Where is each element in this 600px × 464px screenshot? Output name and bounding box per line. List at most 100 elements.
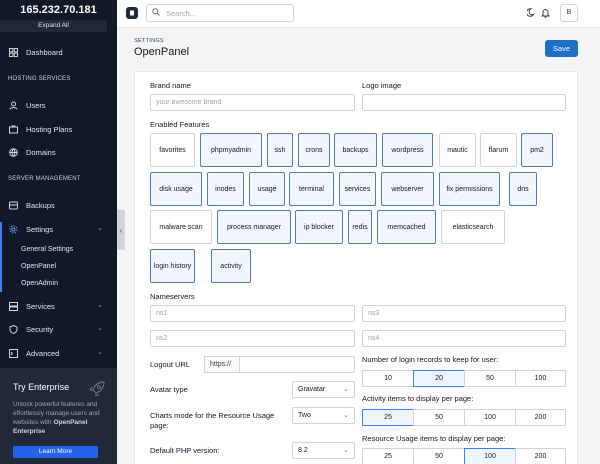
learn-more-button[interactable]: Learn More bbox=[13, 446, 98, 458]
charts-mode-label: Charts mode for the Resource Usage bbox=[150, 411, 275, 420]
chevron-left-icon: ‹ bbox=[119, 225, 123, 235]
sidebar-subitem-openadmin[interactable]: OpenAdmin bbox=[0, 276, 117, 291]
activity-option[interactable]: 25 bbox=[362, 409, 414, 426]
feature-toggle[interactable]: malware scan bbox=[150, 210, 212, 244]
expand-all-button[interactable]: Expand All bbox=[0, 20, 107, 32]
feature-toggle[interactable]: activity bbox=[211, 249, 251, 283]
chevron-down-icon: ⌄ bbox=[97, 225, 103, 232]
login-records-label: Number of login records to keep for user… bbox=[362, 355, 499, 364]
activity-option[interactable]: 50 bbox=[413, 409, 465, 426]
sidebar-item-label: Dashboard bbox=[26, 47, 63, 57]
chevron-down-icon: ⌄ bbox=[343, 412, 349, 419]
feature-toggle[interactable]: dns bbox=[509, 172, 537, 206]
backup-icon bbox=[9, 201, 18, 210]
moon-icon[interactable] bbox=[526, 8, 536, 19]
feature-toggle[interactable]: ip blocker bbox=[295, 210, 343, 244]
feature-toggle[interactable]: favorites bbox=[150, 133, 195, 167]
server-ip: 165.232.70.181 bbox=[20, 4, 97, 16]
feature-toggle[interactable]: inodes bbox=[207, 172, 244, 206]
search-icon bbox=[152, 8, 160, 18]
sidebar-subitem-openpanel[interactable]: OpenPanel bbox=[0, 259, 117, 274]
search-box[interactable] bbox=[146, 4, 294, 22]
logo-image-field[interactable] bbox=[362, 94, 566, 111]
rocket-icon bbox=[88, 380, 106, 400]
enterprise-title: Try Enterprise bbox=[13, 382, 70, 392]
sidebar-item-backups[interactable]: Backups bbox=[0, 196, 117, 214]
php-version-value: 8.2 bbox=[298, 447, 308, 454]
enterprise-text: Unlock powerful features and effortlessl… bbox=[13, 400, 108, 436]
usage-option[interactable]: 50 bbox=[413, 448, 465, 464]
feature-toggle[interactable]: backups bbox=[334, 133, 377, 167]
enterprise-promo: Try Enterprise Unlock powerful features … bbox=[0, 368, 117, 464]
feature-toggle[interactable]: phpmyadmin bbox=[200, 133, 262, 167]
feature-toggle[interactable]: elasticsearch bbox=[441, 210, 505, 244]
ns3-field[interactable]: ns3 bbox=[362, 305, 566, 322]
login-records-option[interactable]: 100 bbox=[515, 370, 566, 387]
feature-toggle[interactable]: services bbox=[339, 172, 376, 206]
sidebar-item-settings[interactable]: Settings ⌄ bbox=[0, 220, 117, 238]
search-input[interactable] bbox=[166, 8, 286, 18]
logout-url-prefix: https:// bbox=[204, 356, 240, 373]
sidebar-item-label: Domains bbox=[26, 147, 56, 157]
enabled-features-label: Enabled Features bbox=[150, 120, 210, 129]
feature-toggle[interactable]: wordpress bbox=[382, 133, 433, 167]
usage-option[interactable]: 100 bbox=[464, 448, 516, 464]
sidebar: 165.232.70.181 Expand All Dashboard HOST… bbox=[0, 0, 117, 464]
login-records-option[interactable]: 10 bbox=[362, 370, 414, 387]
sidebar-subitem-general-settings[interactable]: General Settings bbox=[0, 242, 117, 257]
activity-items-label: Activity items to display per page: bbox=[362, 394, 474, 403]
sidebar-item-users[interactable]: Users bbox=[0, 96, 117, 114]
avatar-type-select[interactable]: Gravatar ⌄ bbox=[292, 381, 355, 398]
sidebar-item-advanced[interactable]: Advanced ⌄ bbox=[0, 344, 117, 362]
feature-toggle[interactable]: pm2 bbox=[521, 133, 553, 167]
sidebar-collapse-handle[interactable]: ‹ bbox=[117, 210, 125, 250]
app-logo[interactable] bbox=[126, 7, 138, 19]
topbar: B bbox=[117, 0, 600, 28]
ns1-field[interactable]: ns1 bbox=[150, 305, 355, 322]
feature-toggle[interactable]: memcached bbox=[377, 210, 436, 244]
ns4-field[interactable]: ns4 bbox=[362, 330, 566, 347]
bell-icon[interactable] bbox=[540, 8, 551, 20]
feature-toggle[interactable]: ssh bbox=[267, 133, 293, 167]
feature-toggle[interactable]: flarum bbox=[480, 133, 517, 167]
nameservers-label: Nameservers bbox=[150, 292, 195, 301]
sidebar-item-domains[interactable]: Domains bbox=[0, 143, 117, 161]
shield-icon bbox=[9, 324, 18, 334]
sidebar-item-dashboard[interactable]: Dashboard bbox=[0, 43, 117, 61]
save-button[interactable]: Save bbox=[545, 40, 578, 57]
ns2-field[interactable]: ns2 bbox=[150, 330, 355, 347]
feature-toggle[interactable]: mautic bbox=[439, 133, 476, 167]
feature-toggle[interactable]: process manager bbox=[217, 210, 291, 244]
feature-toggle[interactable]: crons bbox=[298, 133, 330, 167]
login-records-option[interactable]: 20 bbox=[413, 370, 465, 387]
sidebar-item-label: Backups bbox=[26, 200, 55, 210]
sidebar-item-label: Services bbox=[26, 301, 55, 311]
login-records-option[interactable]: 50 bbox=[464, 370, 516, 387]
feature-toggle[interactable]: disk usage bbox=[150, 172, 202, 206]
sidebar-item-label: Users bbox=[26, 100, 46, 110]
feature-toggle[interactable]: redis bbox=[348, 210, 372, 244]
sidebar-item-services[interactable]: Services ⌄ bbox=[0, 297, 117, 315]
feature-toggle[interactable]: usage bbox=[249, 172, 285, 206]
logout-url-field[interactable] bbox=[239, 356, 355, 373]
plans-icon bbox=[9, 125, 18, 134]
sidebar-item-label: Settings bbox=[26, 224, 54, 234]
charts-mode-select[interactable]: Two ⌄ bbox=[292, 407, 355, 424]
section-hosting-services: HOSTING SERVICES bbox=[8, 76, 71, 82]
usage-items-label: Resource Usage items to display per page… bbox=[362, 434, 506, 443]
activity-option[interactable]: 200 bbox=[515, 409, 566, 426]
brand-name-field[interactable]: your awesome brand bbox=[150, 94, 355, 111]
feature-toggle[interactable]: terminal bbox=[289, 172, 334, 206]
feature-toggle[interactable]: login history bbox=[150, 249, 195, 283]
sidebar-item-hosting-plans[interactable]: Hosting Plans bbox=[0, 120, 117, 138]
sidebar-item-security[interactable]: Security ⌄ bbox=[0, 320, 117, 338]
php-version-label: Default PHP version: bbox=[150, 446, 220, 455]
php-version-select[interactable]: 8.2 ⌄ bbox=[292, 442, 355, 459]
activity-option[interactable]: 100 bbox=[464, 409, 516, 426]
usage-option[interactable]: 25 bbox=[362, 448, 414, 464]
feature-toggle[interactable]: webserver bbox=[381, 172, 434, 206]
feature-toggle[interactable]: fix permissions bbox=[439, 172, 500, 206]
avatar[interactable]: B bbox=[560, 4, 578, 22]
page-title: OpenPanel bbox=[134, 46, 190, 58]
usage-option[interactable]: 200 bbox=[515, 448, 566, 464]
